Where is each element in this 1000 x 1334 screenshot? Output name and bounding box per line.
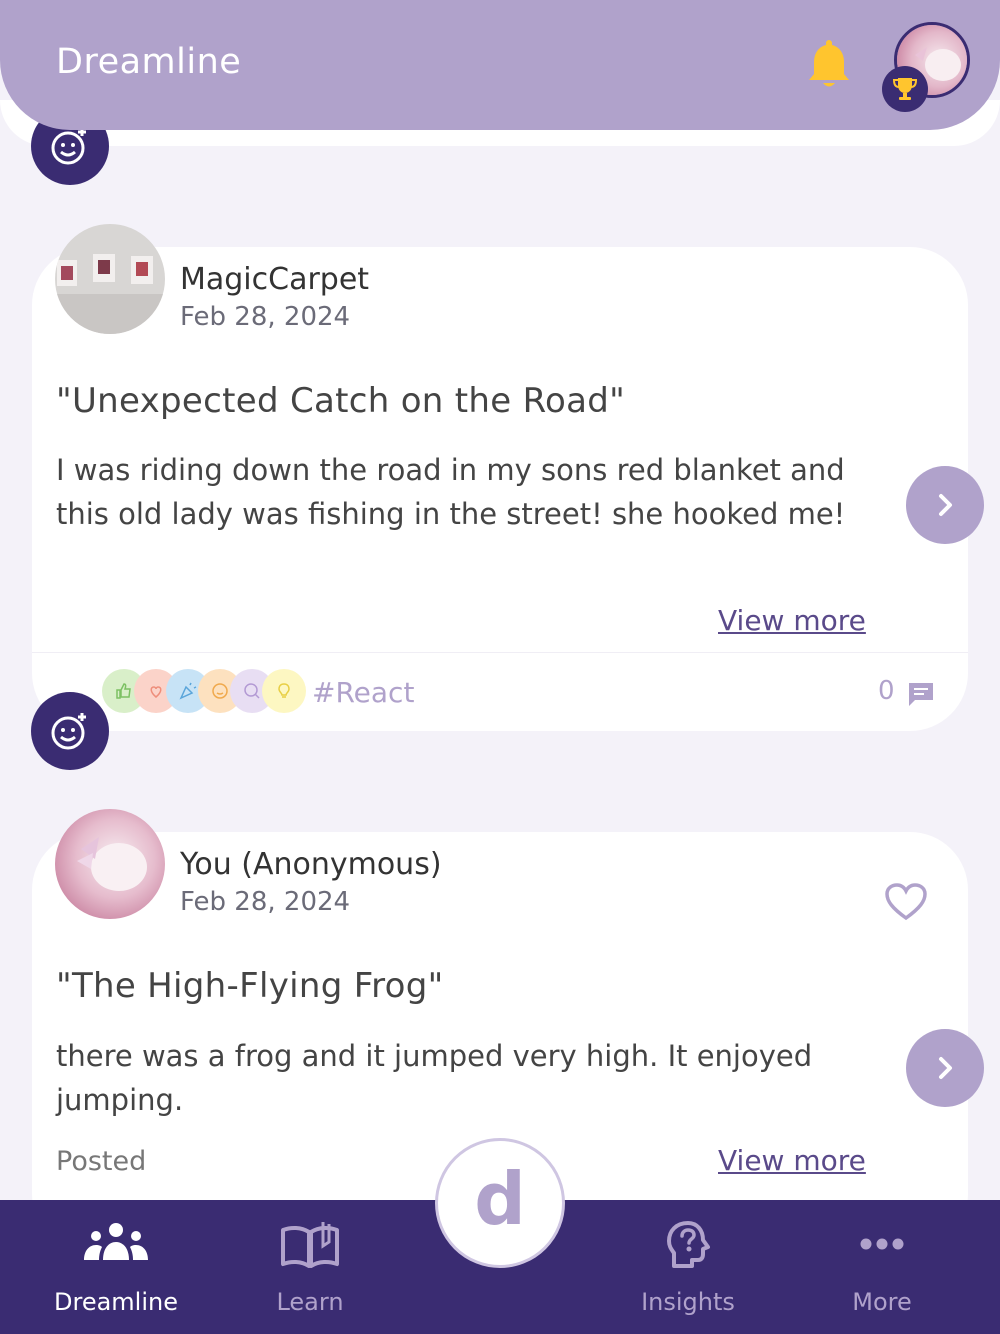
- avatar: [55, 809, 165, 919]
- heart-icon[interactable]: [884, 882, 928, 926]
- insight-icon: [664, 1220, 712, 1274]
- nav-more-label: More: [852, 1288, 912, 1316]
- add-reaction-button[interactable]: [31, 692, 109, 770]
- app-header: Dreamline: [0, 0, 1000, 130]
- post-author[interactable]: MagicCarpet: [180, 262, 369, 297]
- nav-learn[interactable]: Learn: [210, 1200, 410, 1334]
- chevron-right-icon: [939, 494, 952, 516]
- post-status: Posted: [56, 1146, 147, 1177]
- post-date: Feb 28, 2024: [180, 887, 351, 917]
- open-post-button[interactable]: [906, 466, 984, 544]
- bell-icon[interactable]: [806, 36, 852, 92]
- add-emoji-icon: [51, 128, 86, 165]
- community-icon: [81, 1220, 151, 1268]
- comment-icon[interactable]: [906, 680, 936, 712]
- post-body: there was a frog and it jumped very high…: [56, 1039, 813, 1117]
- post-body: I was riding down the road in my sons re…: [56, 453, 846, 531]
- dreamline-logo-button[interactable]: d: [435, 1138, 565, 1268]
- logo-letter: d: [474, 1157, 526, 1241]
- view-more-link[interactable]: View more: [718, 604, 866, 637]
- add-emoji-icon: [51, 713, 86, 750]
- nav-dreamline[interactable]: Dreamline: [16, 1200, 216, 1334]
- comment-count: 0: [878, 676, 895, 706]
- book-icon: [279, 1220, 341, 1274]
- avatar: [55, 224, 165, 334]
- lightbulb-icon: [262, 669, 306, 713]
- react-tag[interactable]: #React: [312, 676, 414, 709]
- open-post-button[interactable]: [906, 1029, 984, 1107]
- post-date: Feb 28, 2024: [180, 302, 351, 332]
- app-title: Dreamline: [56, 42, 242, 82]
- nav-dreamline-label: Dreamline: [54, 1288, 178, 1316]
- chevron-right-icon: [939, 1057, 952, 1079]
- nav-insights-label: Insights: [641, 1288, 735, 1316]
- nav-insights[interactable]: Insights: [588, 1200, 788, 1334]
- post-title: "The High-Flying Frog": [56, 966, 444, 1006]
- nav-more[interactable]: More: [782, 1200, 982, 1334]
- post-title: "Unexpected Catch on the Road": [56, 381, 626, 421]
- card-divider: [32, 652, 968, 653]
- nav-learn-label: Learn: [276, 1288, 344, 1316]
- trophy-icon[interactable]: [882, 66, 928, 112]
- view-more-link[interactable]: View more: [718, 1144, 866, 1177]
- more-dots-icon: [858, 1236, 906, 1255]
- post-author[interactable]: You (Anonymous): [180, 847, 442, 882]
